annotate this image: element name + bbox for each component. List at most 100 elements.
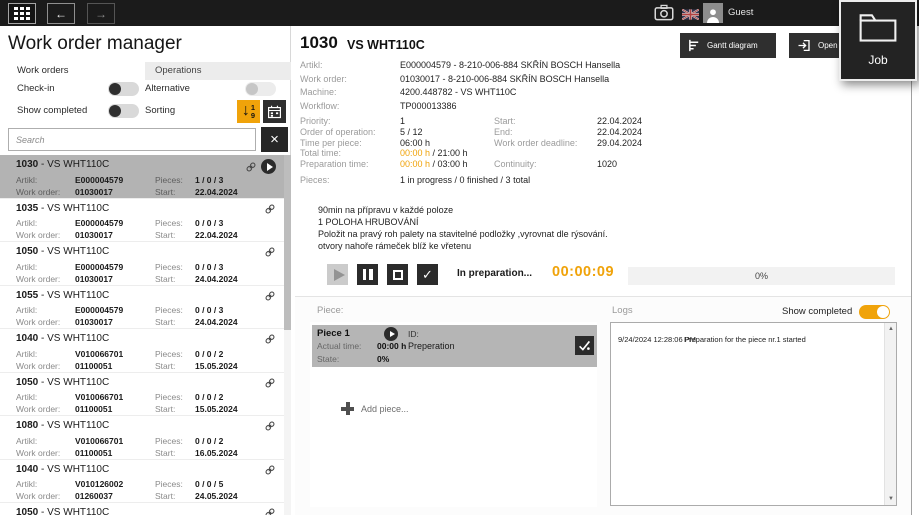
artikl-label: Artikl: bbox=[16, 305, 37, 315]
tab-operations[interactable]: Operations bbox=[145, 62, 291, 80]
check-icon: ✓ bbox=[422, 267, 433, 283]
artikl-value: E000004579 bbox=[75, 218, 123, 228]
start-label: Start: bbox=[155, 317, 175, 327]
work-order-panel: Work order manager Work orders Operation… bbox=[0, 26, 291, 515]
scrollbar-thumb[interactable] bbox=[284, 155, 291, 330]
work-order-list-item[interactable]: 1035 - VS WHT110C Artikl: E000004579 Pie… bbox=[0, 199, 284, 243]
pieces-value: 0 / 0 / 3 bbox=[195, 218, 223, 228]
work-order-label: Work order: bbox=[16, 448, 60, 458]
forward-arrow-icon: → bbox=[95, 8, 107, 20]
user-avatar[interactable] bbox=[703, 3, 723, 23]
pause-button[interactable] bbox=[357, 264, 378, 285]
pieces-label: Pieces: bbox=[155, 349, 183, 359]
actual-time-label: Actual time: bbox=[317, 341, 361, 351]
work-order-list-item[interactable]: 1080 - VS WHT110C Artikl: V010066701 Pie… bbox=[0, 416, 284, 460]
work-order-label: Work order: bbox=[16, 361, 60, 371]
work-order-list-item[interactable]: 1055 - VS WHT110C Artikl: E000004579 Pie… bbox=[0, 286, 284, 330]
piece-play-icon[interactable] bbox=[384, 327, 398, 341]
sort-ascending-button[interactable]: ↓ 19 bbox=[237, 100, 260, 123]
pieces-label: Pieces: bbox=[155, 262, 183, 272]
start-value: 24.05.2024 bbox=[195, 491, 238, 501]
running-play-icon bbox=[261, 159, 276, 174]
start-value: 15.05.2024 bbox=[195, 361, 238, 371]
work-order-item-title: 1080 - VS WHT110C bbox=[16, 420, 109, 431]
logs-section-title: Logs bbox=[612, 305, 633, 316]
work-order-label: Work order: bbox=[16, 230, 60, 240]
scroll-down-icon[interactable]: ▼ bbox=[885, 493, 897, 505]
continuity-label: Continuity: bbox=[494, 159, 597, 169]
work-order-list-item[interactable]: 1050 - VS WHT110C Artikl: E000004579 Pie… bbox=[0, 242, 284, 286]
log-message: Preparation for the piece nr.1 started bbox=[684, 335, 806, 344]
artikl-value: E000004579 bbox=[75, 305, 123, 315]
play-button[interactable] bbox=[327, 264, 348, 285]
list-scrollbar[interactable] bbox=[284, 155, 291, 515]
logs-scrollbar[interactable]: ▲ ▼ bbox=[884, 323, 896, 505]
user-name-label: Guest bbox=[728, 0, 753, 26]
work-order-list-item[interactable]: 1040 - VS WHT110C Artikl: V010126002 Pie… bbox=[0, 460, 284, 504]
work-order-label: Work order: bbox=[16, 274, 60, 284]
link-icon bbox=[264, 464, 276, 476]
back-button[interactable]: ← bbox=[47, 3, 75, 24]
pause-icon bbox=[363, 269, 367, 280]
pieces-value: 0 / 0 / 2 bbox=[195, 436, 223, 446]
show-completed-pieces-toggle[interactable] bbox=[859, 305, 890, 319]
bottom-section: Piece: Show completed Piece 1 ID: Actual… bbox=[295, 296, 911, 515]
alternative-label: Alternative bbox=[145, 83, 190, 94]
work-order-value: 01030017 bbox=[75, 274, 113, 284]
sign-piece-button[interactable] bbox=[575, 336, 594, 355]
state-label: State: bbox=[317, 354, 339, 364]
work-order-item-title: 1040 - VS WHT110C bbox=[16, 333, 109, 344]
app-window: ← → Guest Job Work order manager Work or… bbox=[0, 0, 919, 515]
show-completed-toggle[interactable] bbox=[108, 104, 139, 118]
job-popup-item[interactable]: Job bbox=[839, 0, 917, 81]
sort-digits-icon: 19 bbox=[251, 104, 255, 119]
work-order-list-item[interactable]: 1050 - VS WHT110C Artikl: Pieces: Work o… bbox=[0, 503, 284, 515]
gantt-icon bbox=[688, 39, 701, 52]
close-icon: × bbox=[270, 131, 279, 148]
continuity-value: 1020 bbox=[597, 159, 617, 169]
artikl-value: V010126002 bbox=[75, 479, 123, 489]
artikl-label: Artikl: bbox=[16, 218, 37, 228]
note-line: Položit na pravý roh palety na staviteln… bbox=[318, 228, 608, 240]
check-in-toggle[interactable] bbox=[108, 82, 139, 96]
tab-work-orders[interactable]: Work orders bbox=[0, 62, 145, 80]
piece-card[interactable]: Piece 1 ID: Actual time: 00:00 h Prepera… bbox=[312, 325, 597, 367]
clear-search-button[interactable]: × bbox=[261, 127, 288, 152]
forward-button[interactable]: → bbox=[87, 3, 115, 24]
artikl-value: E000004579 bbox=[75, 262, 123, 272]
pieces-value: 0 / 0 / 3 bbox=[195, 305, 223, 315]
work-order-list-item[interactable]: 1040 - VS WHT110C Artikl: V010066701 Pie… bbox=[0, 329, 284, 373]
work-order-value: 01030017 bbox=[75, 187, 113, 197]
language-flag-icon[interactable] bbox=[682, 7, 699, 18]
artikl-label: Artikl: bbox=[16, 262, 37, 272]
calendar-button[interactable] bbox=[263, 100, 286, 123]
start-label: Start: bbox=[155, 361, 175, 371]
work-order-item-title: 1030 - VS WHT110C bbox=[16, 159, 109, 170]
finish-button[interactable]: ✓ bbox=[417, 264, 438, 285]
link-icon bbox=[264, 203, 276, 215]
pieces-value: 0 / 0 / 2 bbox=[195, 392, 223, 402]
pieces-label: Pieces: bbox=[155, 218, 183, 228]
work-order-value: 01260037 bbox=[75, 491, 113, 501]
work-order-item-title: 1055 - VS WHT110C bbox=[16, 290, 109, 301]
add-piece-button[interactable]: Add piece... bbox=[341, 402, 409, 415]
link-icon bbox=[264, 246, 276, 258]
detail-group-dates: Start:22.04.2024End:22.04.2024Work order… bbox=[494, 116, 642, 148]
search-input[interactable] bbox=[8, 128, 256, 151]
alternative-toggle[interactable] bbox=[245, 82, 276, 96]
work-order-list-item[interactable]: 1050 - VS WHT110C Artikl: V010066701 Pie… bbox=[0, 373, 284, 417]
operation-number: 1030 bbox=[300, 33, 338, 53]
gantt-diagram-button[interactable]: Gantt diagram bbox=[680, 33, 776, 58]
open-icon bbox=[797, 38, 812, 53]
show-completed-label: Show completed bbox=[17, 105, 87, 116]
work-order-list-item[interactable]: 1030 - VS WHT110C Artikl: E000004579 Pie… bbox=[0, 155, 284, 199]
start-label: Start: bbox=[155, 448, 175, 458]
log-timestamp: 9/24/2024 12:28:06 PM bbox=[618, 335, 684, 344]
start-value: 15.05.2024 bbox=[195, 404, 238, 414]
work-order-value: 01030017 bbox=[75, 230, 113, 240]
link-icon bbox=[264, 333, 276, 345]
stop-button[interactable] bbox=[387, 264, 408, 285]
camera-icon[interactable] bbox=[654, 4, 674, 21]
scroll-up-icon[interactable]: ▲ bbox=[885, 323, 897, 335]
apps-grid-button[interactable] bbox=[8, 3, 36, 24]
